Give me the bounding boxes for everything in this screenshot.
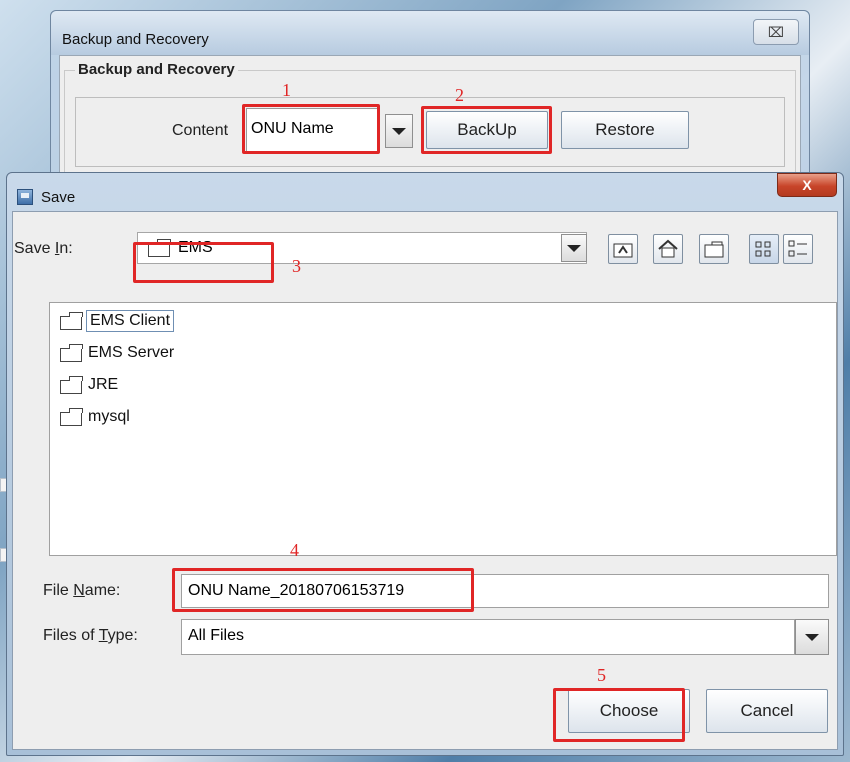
annotation-box-4 [172,568,474,612]
list-item[interactable]: JRE [60,373,160,399]
restore-button[interactable]: Restore [561,111,689,149]
label-text: Files of [43,627,99,644]
file-name: JRE [88,376,119,393]
window-title: Backup and Recovery [62,31,209,48]
annotation-box-2 [421,106,552,154]
save-in-dropdown-button[interactable] [561,234,587,262]
save-dialog-body: Save In: EMS EMS Client EMS Server JRE m… [12,211,838,750]
annotation-number-1: 1 [282,80,291,100]
chevron-down-icon [567,245,581,252]
dialog-title: Save [41,189,76,206]
list-item[interactable]: EMS Server [60,341,220,367]
file-list[interactable]: EMS Client EMS Server JRE mysql [49,302,837,556]
save-in-label: Save In: [14,240,73,258]
folder-icon [60,312,83,330]
annotation-number-2: 2 [455,85,464,105]
folder-icon [60,376,83,394]
files-of-type-value: All Files [188,627,245,644]
list-item[interactable]: mysql [60,405,160,431]
list-view-icon [755,241,771,257]
content-label: Content [172,122,229,139]
save-dialog: Save X Save In: EMS EMS Client EMS Serve… [6,172,844,756]
label-text: File [43,582,74,599]
up-folder-icon [613,243,633,258]
cancel-button[interactable]: Cancel [706,689,828,733]
file-name-label: File Name: [43,582,120,600]
files-of-type-dropdown-button[interactable] [795,619,829,655]
label-text: ype: [107,627,138,644]
annotation-number-4: 4 [290,540,299,560]
group-title: Backup and Recovery [75,61,238,78]
annotation-number-5: 5 [597,665,606,685]
annotation-box-1 [242,104,380,154]
annotation-box-3 [133,242,274,283]
file-name: mysql [88,408,130,425]
file-name: EMS Client [86,310,175,332]
file-name: EMS Server [88,344,175,361]
label-text: n: [59,240,73,257]
list-view-button[interactable] [749,234,779,264]
annotation-box-5 [553,688,685,742]
new-folder-icon [704,241,724,258]
folder-icon [60,344,83,362]
files-of-type-label: Files of Type: [43,627,138,645]
mnemonic: T [98,627,108,644]
new-folder-button[interactable] [699,234,729,264]
home-icon [658,239,678,258]
mnemonic: N [73,582,85,599]
app-icon [17,189,33,205]
up-one-level-button[interactable] [608,234,638,264]
label-text: ame: [84,582,121,599]
close-button[interactable]: ⌧ [753,19,799,45]
list-item[interactable]: EMS Client [60,309,210,335]
chevron-down-icon [805,634,819,641]
save-dialog-titlebar: Save X [7,173,843,211]
files-of-type-combo[interactable]: All Files [181,619,795,655]
folder-icon [60,408,83,426]
details-view-button[interactable] [783,234,813,264]
chevron-down-icon [392,128,406,135]
annotation-number-3: 3 [292,256,301,276]
close-button[interactable]: X [777,173,837,197]
home-button[interactable] [653,234,683,264]
content-dropdown-button[interactable] [385,114,413,148]
backup-recovery-titlebar: Backup and Recovery ⌧ [51,11,809,55]
details-view-icon [788,240,807,257]
label-text: Save [14,240,55,257]
